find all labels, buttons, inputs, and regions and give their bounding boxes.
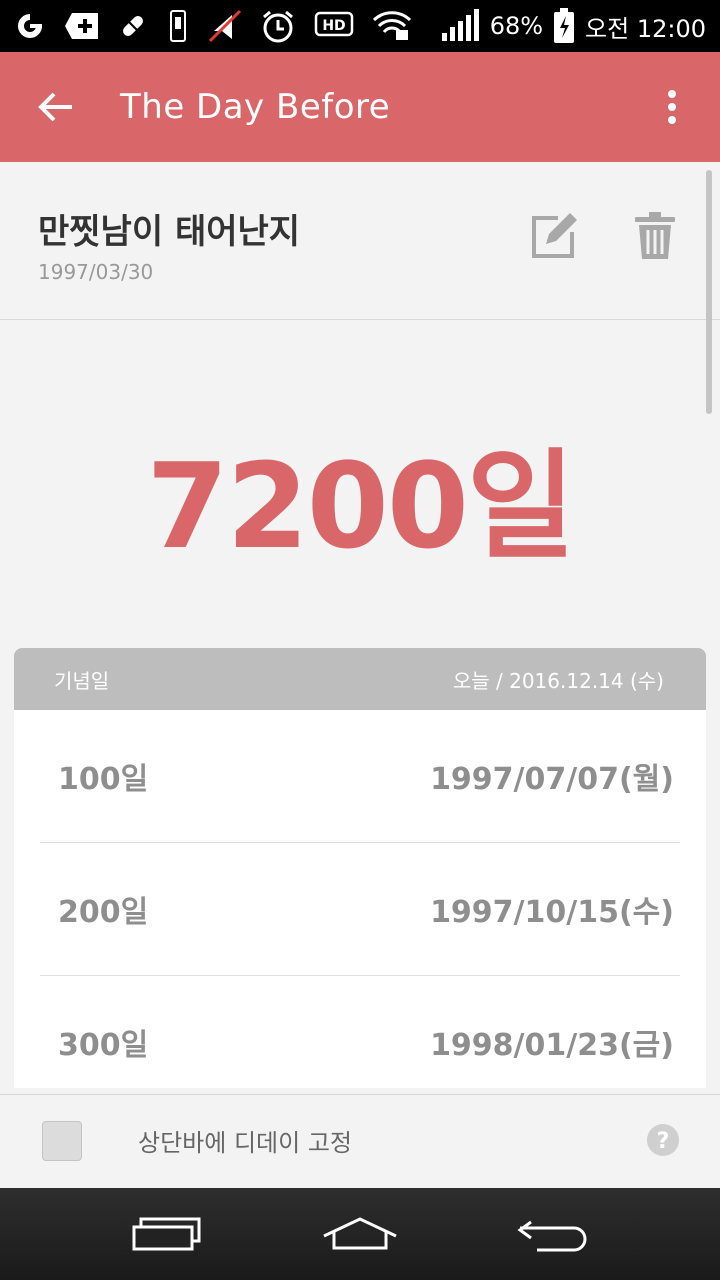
battery-charging-icon [553, 8, 575, 44]
row-days: 100일 [58, 762, 149, 797]
pin-checkbox[interactable] [42, 1121, 82, 1161]
alarm-icon [260, 8, 296, 44]
row-days: 200일 [58, 895, 149, 930]
trash-icon [635, 212, 675, 259]
help-icon[interactable]: ? [646, 1123, 680, 1157]
app-title: The Day Before [120, 87, 391, 127]
more-vert-icon [668, 90, 676, 124]
clock: 오전 12:00 [585, 14, 706, 43]
edit-icon [532, 213, 577, 258]
plus-badge-icon [64, 8, 100, 44]
event-title: 만찟남이 태어난지 [38, 212, 301, 252]
more-options-button[interactable] [624, 52, 720, 162]
back-button[interactable] [0, 52, 112, 162]
scroll-indicator[interactable] [706, 170, 712, 414]
lg-icon [14, 8, 46, 44]
event-header: 만찟남이 태어난지 1997/03/30 [0, 162, 720, 320]
pill-icon [118, 8, 148, 44]
mute-icon [208, 8, 242, 44]
event-date: 1997/03/30 [38, 260, 154, 284]
pin-label: 상단바에 디데이 고정 [138, 1129, 352, 1157]
home-icon [323, 1217, 397, 1250]
list-item[interactable]: 200일 1997/10/15(수) [40, 843, 680, 976]
svg-text:HD: HD [322, 18, 345, 34]
app-bar: The Day Before [0, 52, 720, 162]
row-date: 1997/10/15(수) [430, 895, 674, 930]
svg-text:?: ? [657, 1129, 670, 1154]
recent-apps-button[interactable] [112, 1199, 222, 1269]
status-bar: HD 68% 오전 12:00 [0, 0, 720, 52]
list-item[interactable]: 300일 1998/01/23(금) [40, 976, 680, 1088]
arrow-left-icon [38, 92, 72, 122]
edit-button[interactable] [526, 208, 582, 264]
home-button[interactable] [305, 1199, 415, 1269]
row-date: 1998/01/23(금) [430, 1028, 674, 1063]
back-nav-button[interactable] [498, 1199, 608, 1269]
anniversary-list: 기념일 오늘 / 2016.12.14 (수) 100일 1997/07/07(… [14, 648, 706, 1088]
recent-apps-icon [132, 1217, 201, 1251]
navigation-bar [0, 1188, 720, 1280]
list-item[interactable]: 100일 1997/07/07(월) [40, 710, 680, 843]
pin-bar: 상단바에 디데이 고정 ? [0, 1094, 720, 1188]
signal-icon [440, 8, 480, 44]
row-days: 300일 [58, 1028, 149, 1063]
anniversary-header: 기념일 오늘 / 2016.12.14 (수) [14, 648, 706, 710]
hd-icon: HD [314, 8, 354, 44]
anniversary-header-label: 기념일 [54, 668, 110, 693]
day-count: 7200일 [146, 437, 576, 575]
today-label: 오늘 / 2016.12.14 (수) [452, 668, 664, 693]
row-date: 1997/07/07(월) [430, 762, 674, 797]
back-nav-icon [517, 1220, 587, 1252]
wifi-lock-icon [372, 8, 412, 44]
usb-icon [166, 8, 190, 44]
delete-button[interactable] [630, 208, 680, 264]
battery-percent: 68% [489, 12, 544, 40]
